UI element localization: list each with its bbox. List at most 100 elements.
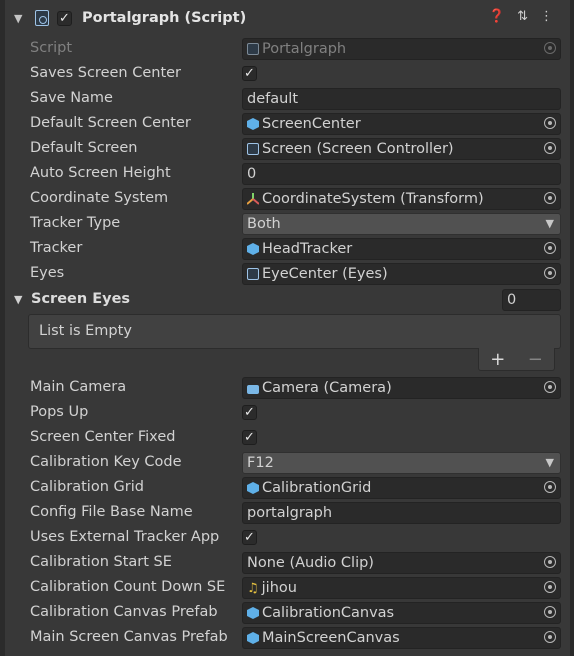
row-uses-external-tracker-app: Uses External Tracker App ✓ [30, 527, 561, 549]
tracker-field[interactable]: HeadTracker [242, 238, 561, 260]
field-label: Script [30, 40, 73, 56]
field-value: 0 [247, 166, 257, 182]
object-picker-icon[interactable] [544, 117, 556, 129]
row-script: Script Portalgraph [30, 38, 561, 60]
gameobject-icon [247, 118, 259, 130]
fold-arrow-icon[interactable]: ▼ [14, 12, 28, 25]
row-save-name: Save Name default [30, 88, 561, 110]
list-size-input[interactable]: 0 [502, 289, 561, 311]
script-icon [247, 268, 259, 280]
calibration-count-down-se-field[interactable]: ♫ jihou [242, 577, 561, 599]
row-eyes: Eyes EyeCenter (Eyes) [30, 263, 561, 285]
uses-external-tracker-app-checkbox[interactable]: ✓ [242, 530, 257, 545]
field-label: Pops Up [30, 404, 89, 420]
left-gutter [0, 0, 5, 656]
tracker-type-dropdown[interactable]: Both ▼ [242, 213, 561, 235]
field-label: Tracker [30, 240, 83, 256]
row-tracker-type: Tracker Type Both ▼ [30, 213, 561, 235]
field-value: HeadTracker [262, 241, 353, 257]
field-value: jihou [261, 580, 297, 596]
object-picker-icon[interactable] [544, 142, 556, 154]
gameobject-icon [247, 482, 259, 494]
row-default-screen-center: Default Screen Center ScreenCenter [30, 113, 561, 135]
field-value: CalibrationGrid [262, 480, 372, 496]
object-picker-icon[interactable] [544, 242, 556, 254]
field-value: ScreenCenter [262, 116, 361, 132]
inspector-panel: ▼ ✓ Portalgraph (Script) ❓ ⇅ ⋮ Script Po… [0, 0, 574, 656]
object-picker-icon[interactable] [544, 267, 556, 279]
auto-screen-height-input[interactable]: 0 [242, 163, 561, 185]
coordinate-system-field[interactable]: CoordinateSystem (Transform) [242, 188, 561, 210]
row-calibration-key-code: Calibration Key Code F12 ▼ [30, 452, 561, 474]
script-icon [247, 143, 259, 155]
dropdown-value: Both [247, 216, 281, 232]
list-empty-text: List is Empty [39, 323, 132, 339]
chevron-down-icon: ▼ [545, 456, 554, 469]
main-camera-field[interactable]: Camera (Camera) [242, 377, 561, 399]
remove-element-button[interactable]: − [528, 349, 543, 370]
field-label: Coordinate System [30, 190, 169, 206]
field-label: Calibration Start SE [30, 554, 172, 570]
field-label: Uses External Tracker App [30, 529, 220, 545]
field-label: Calibration Key Code [30, 454, 182, 470]
object-picker-icon[interactable] [544, 606, 556, 618]
main-screen-canvas-prefab-field[interactable]: MainScreenCanvas [242, 627, 561, 649]
object-picker-icon[interactable] [544, 581, 556, 593]
calibration-grid-field[interactable]: CalibrationGrid [242, 477, 561, 499]
field-label: Eyes [30, 265, 65, 281]
object-picker-icon[interactable] [544, 556, 556, 568]
component-title: Portalgraph (Script) [82, 10, 247, 26]
field-label: Tracker Type [30, 215, 121, 231]
calibration-start-se-field[interactable]: None (Audio Clip) [242, 552, 561, 574]
script-icon [35, 10, 49, 26]
default-screen-field[interactable]: Screen (Screen Controller) [242, 138, 561, 160]
script-field: Portalgraph [242, 38, 561, 60]
default-screen-center-field[interactable]: ScreenCenter [242, 113, 561, 135]
field-value: portalgraph [247, 505, 333, 521]
scrollbar[interactable] [570, 0, 574, 656]
row-calibration-start-se: Calibration Start SE None (Audio Clip) [30, 552, 561, 574]
screen-eyes-foldout[interactable]: ▼ Screen Eyes 0 [12, 289, 561, 311]
row-coordinate-system: Coordinate System CoordinateSystem (Tran… [30, 188, 561, 210]
save-name-input[interactable]: default [242, 88, 561, 110]
field-label: Save Name [30, 90, 113, 106]
field-value: None (Audio Clip) [247, 555, 374, 571]
calibration-canvas-prefab-field[interactable]: CalibrationCanvas [242, 602, 561, 624]
eyes-field[interactable]: EyeCenter (Eyes) [242, 263, 561, 285]
saves-screen-center-checkbox[interactable]: ✓ [242, 66, 257, 81]
pops-up-checkbox[interactable]: ✓ [242, 405, 257, 420]
object-picker-icon[interactable] [544, 481, 556, 493]
dropdown-value: F12 [247, 455, 274, 471]
transform-icon [247, 193, 259, 205]
row-tracker: Tracker HeadTracker [30, 238, 561, 260]
row-config-file-base-name: Config File Base Name portalgraph [30, 502, 561, 524]
object-picker-icon[interactable] [544, 631, 556, 643]
field-label: Calibration Count Down SE [30, 579, 226, 595]
config-file-base-name-input[interactable]: portalgraph [242, 502, 561, 524]
script-icon [247, 43, 259, 55]
row-calibration-count-down-se: Calibration Count Down SE ♫ jihou [30, 577, 561, 599]
field-value: CoordinateSystem (Transform) [262, 191, 484, 207]
component-enabled-checkbox[interactable]: ✓ [57, 10, 72, 26]
screen-center-fixed-checkbox[interactable]: ✓ [242, 430, 257, 445]
list-footer: + − [478, 348, 555, 371]
field-value: EyeCenter (Eyes) [262, 266, 388, 282]
preset-icon[interactable]: ⇅ [517, 9, 528, 24]
help-icon[interactable]: ❓ [489, 9, 505, 24]
component-header[interactable]: ▼ ✓ Portalgraph (Script) ❓ ⇅ ⋮ [5, 6, 565, 30]
object-picker-icon [544, 42, 556, 54]
more-icon[interactable]: ⋮ [540, 9, 553, 24]
row-calibration-grid: Calibration Grid CalibrationGrid [30, 477, 561, 499]
object-picker-icon[interactable] [544, 192, 556, 204]
fold-arrow-icon[interactable]: ▼ [14, 293, 22, 306]
add-element-button[interactable]: + [490, 349, 505, 370]
object-picker-icon[interactable] [544, 381, 556, 393]
audio-clip-icon: ♫ [247, 580, 259, 596]
field-label: Default Screen [30, 140, 138, 156]
camera-icon [247, 384, 259, 394]
row-main-screen-canvas-prefab: Main Screen Canvas Prefab MainScreenCanv… [30, 627, 561, 649]
calibration-key-code-dropdown[interactable]: F12 ▼ [242, 452, 561, 474]
field-value: default [247, 91, 299, 107]
field-value: Camera (Camera) [262, 380, 392, 396]
field-label: Screen Center Fixed [30, 429, 176, 445]
